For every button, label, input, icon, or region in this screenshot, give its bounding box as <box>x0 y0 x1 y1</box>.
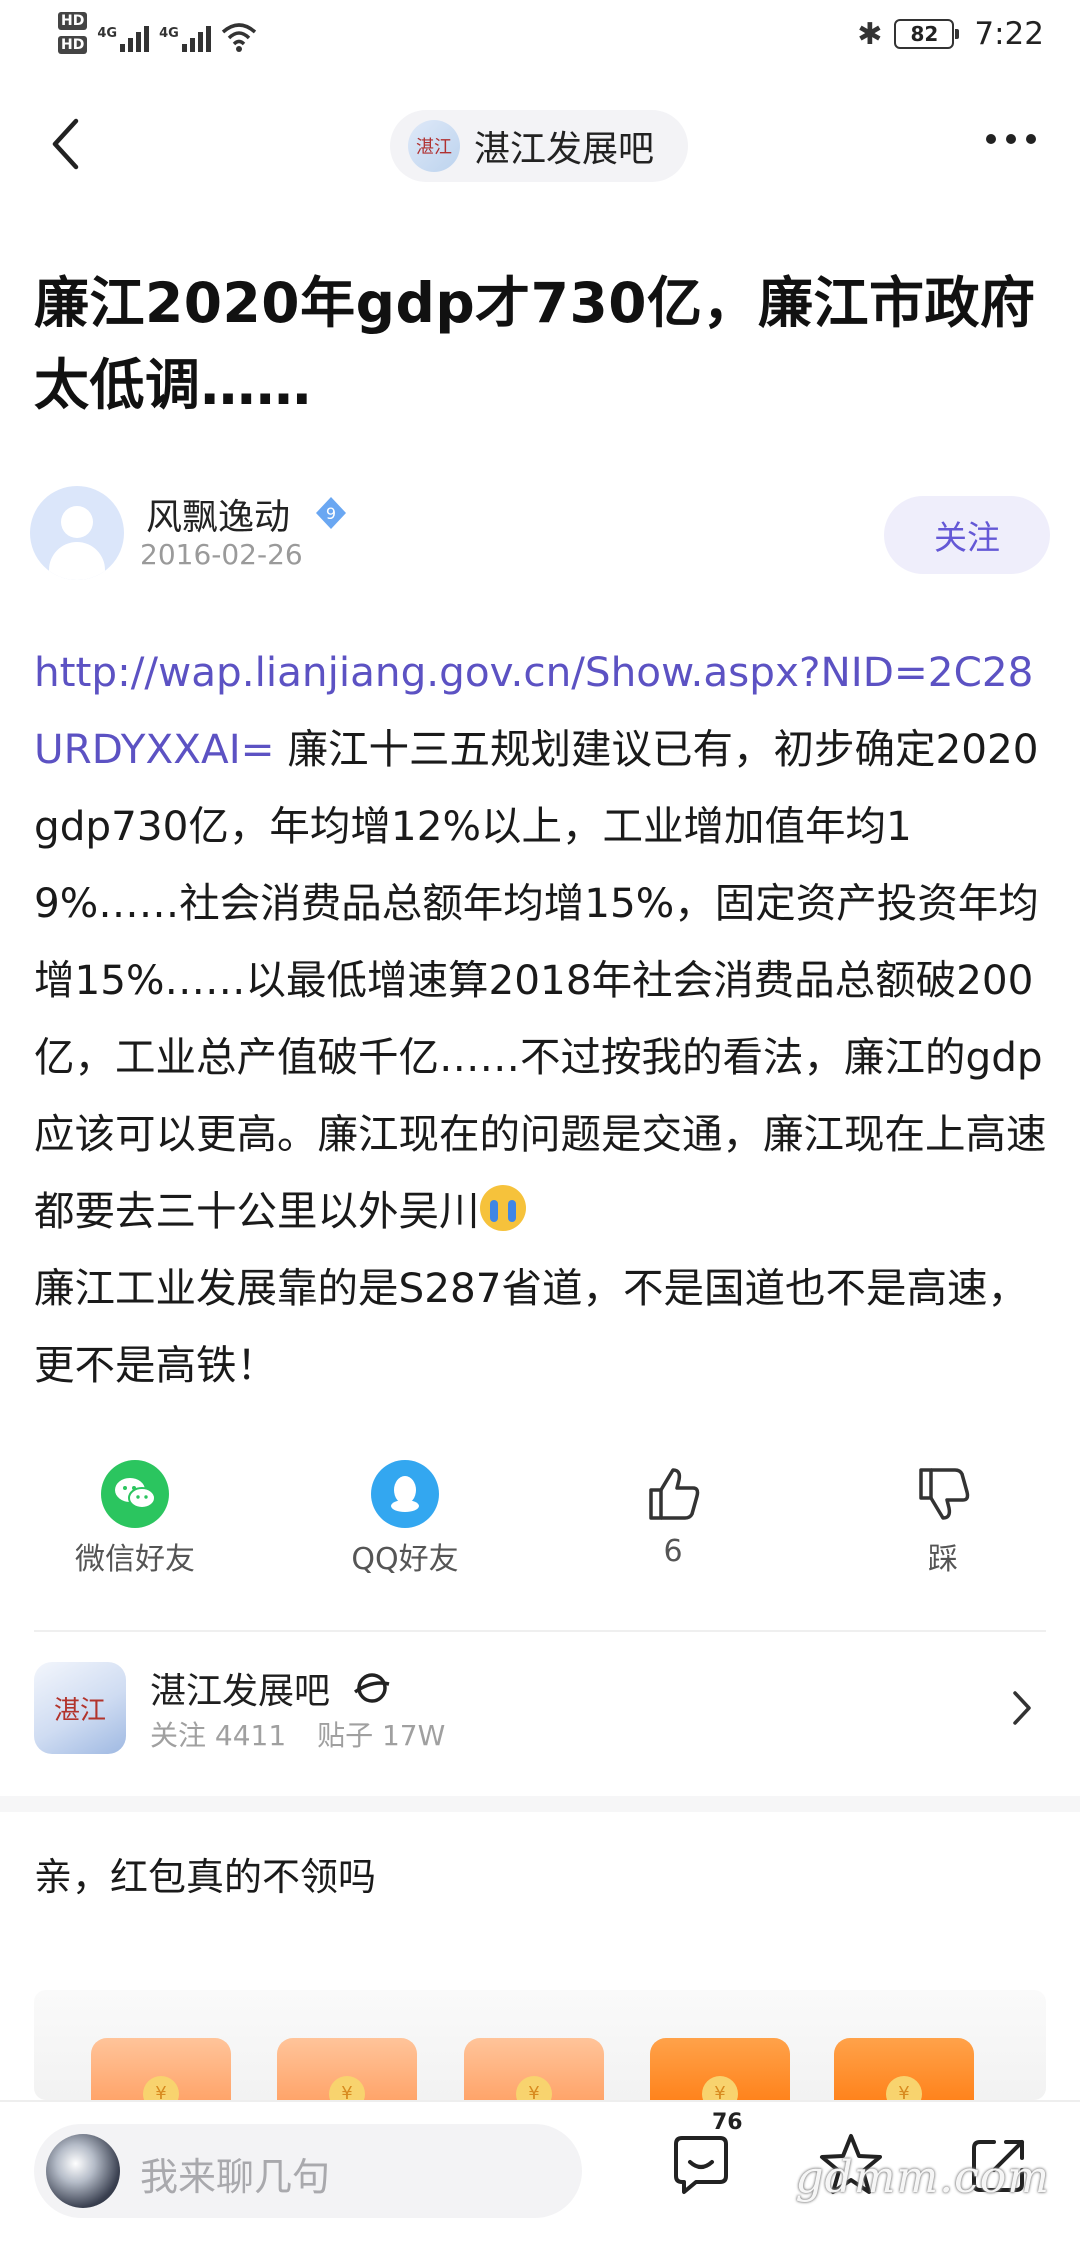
level-badge-icon: 9 <box>312 494 350 532</box>
forum-logo: 湛江 <box>34 1662 126 1754</box>
dislike-button[interactable]: 踩 <box>843 1460 1043 1578</box>
action-row: 微信好友 QQ好友 6 踩 <box>0 1460 1080 1590</box>
forum-pill-label: 湛江发展吧 <box>474 129 655 170</box>
wechat-label: 微信好友 <box>75 1542 195 1577</box>
coin-icon: ¥ <box>702 2076 738 2100</box>
red-packet-5[interactable]: ¥ <box>834 2038 974 2100</box>
follow-button[interactable]: 关注 <box>884 496 1050 574</box>
watermark: gdmm.com <box>795 2152 1050 2203</box>
signal-1-icon: 4G <box>97 12 150 52</box>
comment-placeholder: 我来聊几句 <box>140 2155 331 2199</box>
red-packet-2[interactable]: ¥ <box>277 2038 417 2100</box>
forum-stats: 关注 4411 贴子 17W <box>150 1714 467 1754</box>
chevron-right-icon <box>1013 1691 1031 1725</box>
signal-2-icon: 4G <box>159 12 211 52</box>
like-button[interactable]: 6 <box>573 1460 773 1569</box>
back-button[interactable] <box>40 114 90 174</box>
wechat-icon <box>101 1460 169 1528</box>
share-wechat-button[interactable]: 微信好友 <box>35 1460 235 1578</box>
status-right: ✱ 82 7:22 <box>857 16 1044 52</box>
forum-planet-icon <box>353 1673 390 1703</box>
forum-posts: 贴子 17W <box>317 1719 446 1752</box>
crying-emoji-icon <box>479 1185 526 1231</box>
battery-indicator: 82 <box>894 19 960 49</box>
comment-count: 76 <box>712 2110 743 2135</box>
author-avatar[interactable] <box>30 486 124 580</box>
red-packet-1[interactable]: ¥ <box>91 2038 231 2100</box>
hd-badge-2: HD <box>58 36 88 54</box>
post-text-2: 廉江工业发展靠的是S287省道，不是国道也不是高速，更不是高铁！ <box>34 1264 1029 1389</box>
thumbs-up-icon <box>639 1460 707 1528</box>
red-packet-strip[interactable]: ¥ ¥ ¥ ¥ ¥ <box>34 1990 1046 2100</box>
forum-logo-small: 湛江 <box>408 120 460 172</box>
coin-icon: ¥ <box>516 2076 552 2100</box>
post-body: http://wap.lianjiang.gov.cn/Show.aspx?NI… <box>34 634 1048 1404</box>
coin-icon: ¥ <box>886 2076 922 2100</box>
forum-pill-button[interactable]: 湛江 湛江发展吧 <box>390 110 688 182</box>
post-text-1: 廉江十三五规划建议已有，初步确定2020gdp730亿，年均增12%以上，工业增… <box>34 725 1047 1235</box>
post-date: 2016-02-26 <box>140 538 303 571</box>
top-nav: 湛江 湛江发展吧 <box>0 100 1080 190</box>
thumbs-down-icon <box>909 1460 977 1528</box>
forum-card[interactable]: 湛江 湛江发展吧 关注 4411 贴子 17W <box>34 1658 1046 1758</box>
divider <box>34 1630 1046 1632</box>
status-bar: HD HD 4G 4G ✱ 82 7:22 <box>0 0 1080 80</box>
like-count: 6 <box>663 1534 683 1569</box>
coin-icon: ¥ <box>329 2076 365 2100</box>
author-row: 风飘逸动 9 2016-02-26 关注 <box>30 486 1050 586</box>
dislike-label: 踩 <box>928 1542 958 1577</box>
comment-input[interactable]: 我来聊几句 <box>34 2124 582 2218</box>
section-separator <box>0 1796 1080 1812</box>
network-type-2: 4G <box>159 26 179 41</box>
comment-icon[interactable] <box>666 2130 736 2200</box>
clock: 7:22 <box>974 16 1044 52</box>
share-qq-button[interactable]: QQ好友 <box>305 1460 505 1578</box>
wifi-icon <box>221 23 256 52</box>
user-avatar <box>46 2134 120 2208</box>
network-type-1: 4G <box>97 26 118 41</box>
more-options-icon[interactable] <box>986 134 1036 144</box>
hd-indicators: HD HD <box>58 12 88 54</box>
red-packet-title: 亲，红包真的不领吗 <box>34 1855 377 1899</box>
status-left: HD HD 4G 4G <box>58 12 257 54</box>
bluetooth-icon: ✱ <box>857 16 883 52</box>
red-packet-3[interactable]: ¥ <box>464 2038 604 2100</box>
coin-icon: ¥ <box>143 2076 179 2100</box>
post-title: 廉江2020年gdp才730亿，廉江市政府太低调…… <box>34 271 1036 417</box>
chevron-left-icon <box>52 118 79 170</box>
hd-badge-1: HD <box>58 12 88 30</box>
qq-label: QQ好友 <box>351 1542 459 1577</box>
red-packet-4[interactable]: ¥ <box>650 2038 790 2100</box>
qq-icon <box>371 1460 439 1528</box>
forum-name: 湛江发展吧 <box>150 1671 331 1712</box>
forum-followers: 关注 4411 <box>150 1719 287 1752</box>
author-name[interactable]: 风飘逸动 <box>146 488 290 540</box>
level-number: 9 <box>326 504 336 523</box>
bottom-bar: 我来聊几句 76 gdmm.com <box>0 2100 1080 2244</box>
